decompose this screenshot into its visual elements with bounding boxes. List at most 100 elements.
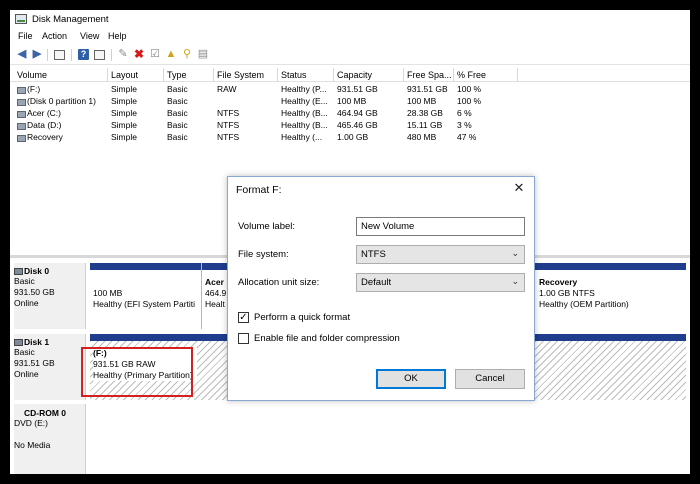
col-type[interactable]: Type — [167, 70, 187, 80]
partition-bar — [90, 263, 201, 270]
quick-format-label[interactable]: Perform a quick format — [254, 312, 350, 323]
menu-view[interactable]: View — [80, 31, 99, 41]
cdrom-0-name: CD-ROM 0 — [24, 408, 67, 418]
volume-status: Healthy (P... — [281, 84, 327, 94]
allocation-unit-select[interactable]: Default ⌄ — [356, 273, 525, 292]
rescan-icon[interactable]: ⚲ — [180, 48, 194, 61]
volume-free-space: 15.11 GB — [407, 120, 443, 130]
volume-name: Data (D:) — [15, 120, 105, 130]
column-divider[interactable] — [517, 68, 518, 82]
volume-label-label: Volume label: — [238, 221, 296, 232]
disk-0-name: Disk 0 — [14, 266, 85, 276]
disk-management-icon — [15, 14, 27, 24]
volume-name: Acer (C:) — [15, 108, 105, 118]
forward-arrow-icon[interactable]: ▶ — [30, 48, 44, 61]
disk-1-label[interactable]: Disk 1 Basic 931.51 GB Online — [14, 334, 86, 400]
volume-label-input[interactable]: New Volume — [356, 217, 525, 236]
toolbar: ◀ ▶ ? ✎ ✖ ☑ ▲ ⚲ ▤ — [10, 45, 690, 65]
close-icon[interactable]: ✕ — [512, 181, 526, 195]
col-status[interactable]: Status — [281, 70, 307, 80]
refresh-icon[interactable]: ▤ — [196, 48, 210, 61]
column-divider[interactable] — [453, 68, 454, 82]
volume-percent-free: 100 % — [457, 96, 482, 106]
disk-1-status: Online — [14, 369, 39, 379]
cdrom-0-spacer — [14, 429, 85, 440]
volume-capacity: 1.00 GB — [337, 132, 369, 142]
volume-layout: Simple — [111, 84, 137, 94]
column-divider[interactable] — [163, 68, 164, 82]
volume-status: Healthy (... — [281, 132, 323, 142]
cancel-button[interactable]: Cancel — [455, 369, 525, 389]
table-row[interactable]: (Disk 0 partition 1) Simple Basic Health… — [10, 96, 690, 108]
compression-checkbox[interactable] — [238, 333, 249, 344]
column-divider[interactable] — [403, 68, 404, 82]
volume-layout: Simple — [111, 96, 137, 106]
partition-efi-size: 100 MB — [93, 288, 123, 298]
connect-icon[interactable]: ✎ — [116, 48, 130, 61]
volume-free-space: 28.38 GB — [407, 108, 443, 118]
menu-help[interactable]: Help — [108, 31, 127, 41]
selected-partition-highlight — [81, 347, 193, 397]
volume-percent-free: 47 % — [457, 132, 477, 142]
column-divider[interactable] — [333, 68, 334, 82]
disk-0-status: Online — [14, 298, 39, 308]
properties-icon[interactable]: ☑ — [148, 48, 162, 61]
volume-free-space: 100 MB — [407, 96, 437, 106]
chevron-down-icon: ⌄ — [511, 248, 519, 258]
col-file-system[interactable]: File System — [217, 70, 264, 80]
col-volume[interactable]: Volume — [17, 70, 47, 80]
volume-name: (Disk 0 partition 1) — [15, 96, 107, 106]
volume-file-system: NTFS — [217, 132, 240, 142]
allocation-unit-value: Default — [361, 277, 392, 288]
table-row[interactable]: Recovery Simple Basic NTFS Healthy (... … — [10, 132, 690, 144]
col-percent-free[interactable]: % Free — [457, 70, 486, 80]
menu-action[interactable]: Action — [42, 31, 67, 41]
col-capacity[interactable]: Capacity — [337, 70, 372, 80]
compression-label[interactable]: Enable file and folder compression — [254, 333, 400, 344]
disk-1-size: 931.51 GB — [14, 358, 55, 368]
volume-type: Basic — [167, 96, 188, 106]
partition-bar — [536, 263, 686, 270]
cdrom-0-label[interactable]: CD-ROM 0 DVD (E:) No Media — [14, 404, 86, 474]
col-free-space[interactable]: Free Spa... — [407, 70, 452, 80]
disk-1-name: Disk 1 — [14, 337, 85, 347]
volume-capacity: 931.51 GB — [337, 84, 378, 94]
format-dialog: Format F: ✕ Volume label: New Volume Fil… — [227, 176, 535, 401]
delete-icon[interactable]: ✖ — [132, 48, 146, 61]
column-divider[interactable] — [213, 68, 214, 82]
cdrom-0-status: No Media — [14, 440, 51, 450]
volume-name: (F:) — [15, 84, 105, 94]
col-layout[interactable]: Layout — [111, 70, 138, 80]
console-tree-icon[interactable] — [54, 50, 65, 60]
column-divider[interactable] — [277, 68, 278, 82]
disk-1-type: Basic — [14, 347, 35, 357]
volume-list-header: Volume Layout Type File System Status Ca… — [10, 68, 690, 82]
volume-name: Recovery — [15, 132, 105, 142]
table-row[interactable]: Acer (C:) Simple Basic NTFS Healthy (B..… — [10, 108, 690, 120]
back-arrow-icon[interactable]: ◀ — [15, 48, 29, 61]
file-system-label: File system: — [238, 249, 289, 260]
view-icon[interactable] — [94, 50, 105, 60]
volume-type: Basic — [167, 84, 188, 94]
volume-layout: Simple — [111, 120, 137, 130]
disk-0-label[interactable]: Disk 0 Basic 931.50 GB Online — [14, 263, 86, 329]
ok-button[interactable]: OK — [376, 369, 446, 389]
toolbar-separator — [111, 49, 112, 61]
volume-percent-free: 3 % — [457, 120, 472, 130]
table-row[interactable]: Data (D:) Simple Basic NTFS Healthy (B..… — [10, 120, 690, 132]
import-icon[interactable]: ▲ — [164, 48, 178, 61]
partition-efi[interactable]: 100 MB Healthy (EFI System Partiti — [90, 263, 202, 329]
file-system-select[interactable]: NTFS ⌄ — [356, 245, 525, 264]
volume-type: Basic — [167, 120, 188, 130]
partition-recovery[interactable]: Recovery 1.00 GB NTFS Healthy (OEM Parti… — [536, 263, 686, 329]
window-title: Disk Management — [32, 14, 109, 25]
quick-format-checkbox[interactable]: ✓ — [238, 312, 249, 323]
menu-file[interactable]: File — [18, 31, 33, 41]
table-row[interactable]: (F:) Simple Basic RAW Healthy (P... 931.… — [10, 84, 690, 96]
column-divider[interactable] — [107, 68, 108, 82]
volume-status: Healthy (B... — [281, 108, 328, 118]
partition-efi-name — [93, 277, 199, 288]
volume-layout: Simple — [111, 108, 137, 118]
menu-bar: File Action View Help — [10, 29, 690, 45]
help-icon[interactable]: ? — [78, 49, 89, 60]
